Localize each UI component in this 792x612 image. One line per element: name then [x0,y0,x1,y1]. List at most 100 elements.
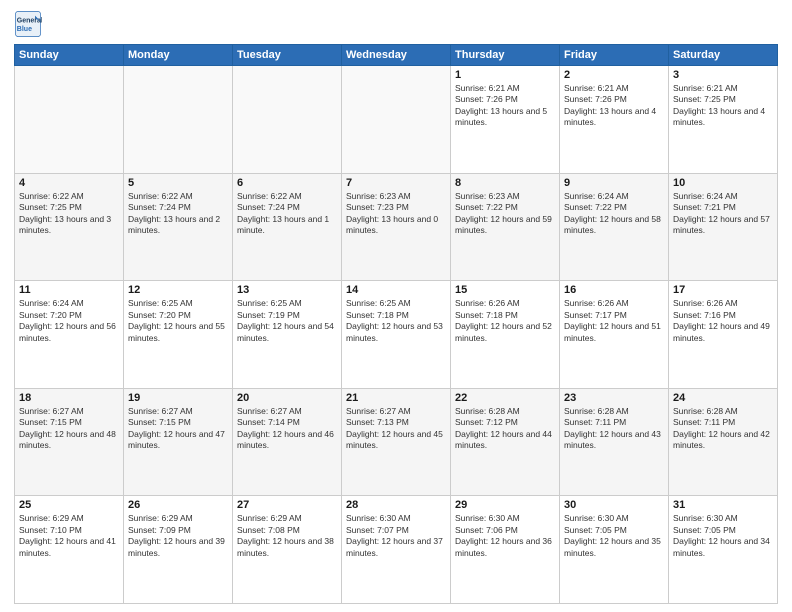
day-number: 28 [346,499,446,511]
calendar-cell: 17 Sunrise: 6:26 AMSunset: 7:16 PMDayligh… [669,281,778,389]
cell-content: Sunrise: 6:25 AMSunset: 7:18 PMDaylight:… [346,298,446,344]
cell-content: Sunrise: 6:22 AMSunset: 7:24 PMDaylight:… [128,191,228,237]
cell-content: Sunrise: 6:23 AMSunset: 7:23 PMDaylight:… [346,191,446,237]
calendar-cell: 20Sunrise: 6:27 AMSunset: 7:14 PMDayligh… [233,388,342,496]
cell-content: Sunrise: 6:29 AMSunset: 7:08 PMDaylight:… [237,513,337,559]
cell-content: Sunrise: 6:25 AMSunset: 7:20 PMDaylight:… [128,298,228,344]
cell-content: Sunrise: 6:21 AMSunset: 7:25 PMDaylight:… [673,83,773,129]
calendar-cell: 27 Sunrise: 6:29 AMSunset: 7:08 PMDayligh… [233,496,342,604]
day-number: 6 [237,177,337,189]
day-number: 11 [19,284,119,296]
calendar-cell: 5 Sunrise: 6:22 AMSunset: 7:24 PMDaylight… [124,173,233,281]
cell-content: Sunrise: 6:24 AMSunset: 7:20 PMDaylight:… [19,298,119,344]
day-number: 21 [346,392,446,404]
day-header-tuesday: Tuesday [233,45,342,66]
day-header-friday: Friday [560,45,669,66]
calendar-cell [124,66,233,174]
day-header-monday: Monday [124,45,233,66]
day-number: 29 [455,499,555,511]
calendar-cell: 3 Sunrise: 6:21 AMSunset: 7:25 PMDaylight… [669,66,778,174]
day-number: 18 [19,392,119,404]
cell-content: Sunrise: 6:23 AMSunset: 7:22 PMDaylight:… [455,191,555,237]
cell-content: Sunrise: 6:27 AMSunset: 7:14 PMDaylight:… [237,406,337,452]
calendar-cell: 29 Sunrise: 6:30 AMSunset: 7:06 PMDayligh… [451,496,560,604]
cell-content: Sunrise: 6:29 AMSunset: 7:09 PMDaylight:… [128,513,228,559]
calendar-week-3: 11 Sunrise: 6:24 AMSunset: 7:20 PMDayligh… [15,281,778,389]
calendar-cell: 13Sunrise: 6:25 AMSunset: 7:19 PMDayligh… [233,281,342,389]
day-number: 19 [128,392,228,404]
day-header-sunday: Sunday [15,45,124,66]
day-number: 13 [237,284,337,296]
day-number: 16 [564,284,664,296]
day-number: 7 [346,177,446,189]
day-number: 15 [455,284,555,296]
day-header-wednesday: Wednesday [342,45,451,66]
calendar-cell: 10Sunrise: 6:24 AMSunset: 7:21 PMDayligh… [669,173,778,281]
calendar-table: SundayMondayTuesdayWednesdayThursdayFrid… [14,44,778,604]
calendar-week-5: 25Sunrise: 6:29 AMSunset: 7:10 PMDayligh… [15,496,778,604]
calendar-cell: 31 Sunrise: 6:30 AMSunset: 7:05 PMDayligh… [669,496,778,604]
header: General Blue [14,10,778,38]
cell-content: Sunrise: 6:27 AMSunset: 7:13 PMDaylight:… [346,406,446,452]
day-number: 12 [128,284,228,296]
cell-content: Sunrise: 6:28 AMSunset: 7:12 PMDaylight:… [455,406,555,452]
calendar-cell: 24 Sunrise: 6:28 AMSunset: 7:11 PMDayligh… [669,388,778,496]
day-number: 10 [673,177,773,189]
calendar-cell: 30 Sunrise: 6:30 AMSunset: 7:05 PMDayligh… [560,496,669,604]
day-number: 9 [564,177,664,189]
calendar-week-2: 4 Sunrise: 6:22 AMSunset: 7:25 PMDaylight… [15,173,778,281]
calendar-cell: 23 Sunrise: 6:28 AMSunset: 7:11 PMDayligh… [560,388,669,496]
calendar-cell: 8 Sunrise: 6:23 AMSunset: 7:22 PMDaylight… [451,173,560,281]
day-number: 30 [564,499,664,511]
calendar-cell: 2Sunrise: 6:21 AMSunset: 7:26 PMDaylight… [560,66,669,174]
cell-content: Sunrise: 6:28 AMSunset: 7:11 PMDaylight:… [673,406,773,452]
calendar-cell: 1Sunrise: 6:21 AMSunset: 7:26 PMDaylight… [451,66,560,174]
calendar-week-4: 18 Sunrise: 6:27 AMSunset: 7:15 PMDayligh… [15,388,778,496]
calendar-cell [233,66,342,174]
calendar-cell: 15Sunrise: 6:26 AMSunset: 7:18 PMDayligh… [451,281,560,389]
day-number: 8 [455,177,555,189]
day-number: 31 [673,499,773,511]
calendar-cell: 6 Sunrise: 6:22 AMSunset: 7:24 PMDaylight… [233,173,342,281]
cell-content: Sunrise: 6:21 AMSunset: 7:26 PMDaylight:… [564,83,664,129]
calendar-cell [15,66,124,174]
day-number: 5 [128,177,228,189]
day-number: 4 [19,177,119,189]
day-number: 24 [673,392,773,404]
cell-content: Sunrise: 6:28 AMSunset: 7:11 PMDaylight:… [564,406,664,452]
cell-content: Sunrise: 6:30 AMSunset: 7:05 PMDaylight:… [673,513,773,559]
day-number: 1 [455,69,555,81]
day-number: 17 [673,284,773,296]
cell-content: Sunrise: 6:27 AMSunset: 7:15 PMDaylight:… [128,406,228,452]
cell-content: Sunrise: 6:30 AMSunset: 7:06 PMDaylight:… [455,513,555,559]
day-header-saturday: Saturday [669,45,778,66]
calendar-cell: 19 Sunrise: 6:27 AMSunset: 7:15 PMDayligh… [124,388,233,496]
logo: General Blue [14,10,46,38]
cell-content: Sunrise: 6:26 AMSunset: 7:17 PMDaylight:… [564,298,664,344]
calendar-cell: 4 Sunrise: 6:22 AMSunset: 7:25 PMDaylight… [15,173,124,281]
calendar-cell: 11 Sunrise: 6:24 AMSunset: 7:20 PMDayligh… [15,281,124,389]
day-number: 23 [564,392,664,404]
calendar-cell [342,66,451,174]
calendar-cell: 28 Sunrise: 6:30 AMSunset: 7:07 PMDayligh… [342,496,451,604]
day-number: 27 [237,499,337,511]
calendar-cell: 7 Sunrise: 6:23 AMSunset: 7:23 PMDaylight… [342,173,451,281]
cell-content: Sunrise: 6:26 AMSunset: 7:16 PMDaylight:… [673,298,773,344]
svg-text:Blue: Blue [17,26,32,33]
calendar-cell: 16 Sunrise: 6:26 AMSunset: 7:17 PMDayligh… [560,281,669,389]
cell-content: Sunrise: 6:30 AMSunset: 7:05 PMDaylight:… [564,513,664,559]
page: General Blue SundayMondayTuesdayWednesda… [0,0,792,612]
cell-content: Sunrise: 6:22 AMSunset: 7:24 PMDaylight:… [237,191,337,237]
header-row: SundayMondayTuesdayWednesdayThursdayFrid… [15,45,778,66]
cell-content: Sunrise: 6:22 AMSunset: 7:25 PMDaylight:… [19,191,119,237]
cell-content: Sunrise: 6:29 AMSunset: 7:10 PMDaylight:… [19,513,119,559]
cell-content: Sunrise: 6:30 AMSunset: 7:07 PMDaylight:… [346,513,446,559]
cell-content: Sunrise: 6:27 AMSunset: 7:15 PMDaylight:… [19,406,119,452]
calendar-cell: 26Sunrise: 6:29 AMSunset: 7:09 PMDayligh… [124,496,233,604]
calendar-cell: 21 Sunrise: 6:27 AMSunset: 7:13 PMDayligh… [342,388,451,496]
day-number: 3 [673,69,773,81]
cell-content: Sunrise: 6:24 AMSunset: 7:22 PMDaylight:… [564,191,664,237]
logo-icon: General Blue [14,10,42,38]
svg-text:General: General [17,18,42,25]
calendar-cell: 22Sunrise: 6:28 AMSunset: 7:12 PMDayligh… [451,388,560,496]
